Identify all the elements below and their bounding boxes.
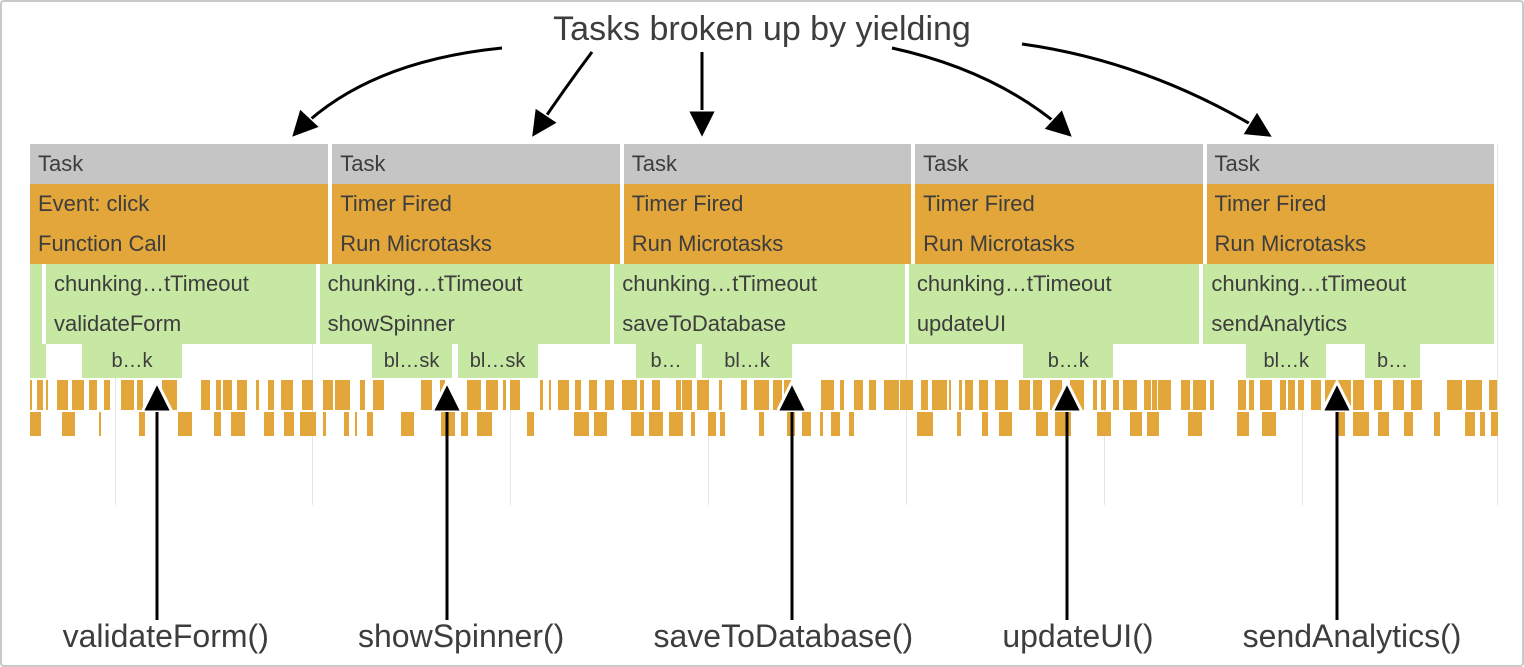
label-savetodatabase: saveToDatabase() [653, 618, 913, 655]
label-sendanalytics: sendAnalytics() [1243, 618, 1462, 655]
call-segment: Run Microtasks [624, 224, 915, 264]
sub-segment: b…k [1023, 344, 1113, 378]
diagram-title: Tasks broken up by yielding [2, 10, 1522, 49]
func-segment: sendAnalytics [1203, 304, 1494, 344]
label-updateui: updateUI() [1002, 618, 1153, 655]
row-task: Task Task Task Task Task [30, 144, 1494, 184]
func-segment: validateForm [46, 304, 316, 344]
task-segment: Task [1207, 144, 1494, 184]
label-showspinner: showSpinner() [358, 618, 564, 655]
activity-stripes [30, 380, 1494, 410]
event-segment: Timer Fired [624, 184, 915, 224]
func-segment: saveToDatabase [614, 304, 909, 344]
sub-segment: bl…sk [372, 344, 452, 378]
row-call: Function Call Run Microtasks Run Microta… [30, 224, 1494, 264]
task-segment: Task [332, 144, 623, 184]
activity-stripes [30, 412, 1494, 436]
sub-segment: b… [1365, 344, 1420, 378]
task-segment: Task [624, 144, 915, 184]
func-segment: updateUI [909, 304, 1204, 344]
chunk-segment: chunking…tTimeout [46, 264, 316, 304]
chunk-segment: chunking…tTimeout [320, 264, 615, 304]
task-segment: Task [30, 144, 332, 184]
row-func: validateForm showSpinner saveToDatabase … [30, 304, 1494, 344]
chunk-segment: chunking…tTimeout [1203, 264, 1494, 304]
bottom-labels: validateForm() showSpinner() saveToDatab… [2, 618, 1522, 655]
sub-segment: bl…sk [458, 344, 538, 378]
sub-segment [30, 344, 46, 378]
sub-segment: bl…k [702, 344, 792, 378]
indent [30, 304, 42, 344]
chunk-segment: chunking…tTimeout [614, 264, 909, 304]
call-segment: Run Microtasks [1207, 224, 1494, 264]
call-segment: Run Microtasks [332, 224, 623, 264]
row-sub: b…k bl…sk bl…sk b… bl…k b…k [30, 344, 1494, 378]
event-segment: Timer Fired [915, 184, 1206, 224]
indent [30, 264, 42, 304]
gridline [1497, 144, 1498, 505]
flame-chart: Task Task Task Task Task Event: click Ti… [30, 144, 1494, 436]
call-segment: Function Call [30, 224, 332, 264]
diagram-stage: Tasks broken up by yielding Task Task Ta… [0, 0, 1524, 667]
label-validateform: validateForm() [63, 618, 269, 655]
event-segment: Timer Fired [1207, 184, 1494, 224]
sub-segment: bl…k [1246, 344, 1326, 378]
event-segment: Timer Fired [332, 184, 623, 224]
chunk-segment: chunking…tTimeout [909, 264, 1204, 304]
func-segment: showSpinner [320, 304, 615, 344]
call-segment: Run Microtasks [915, 224, 1206, 264]
sub-segment: b… [636, 344, 696, 378]
row-chunk: chunking…tTimeout chunking…tTimeout chun… [30, 264, 1494, 304]
task-segment: Task [915, 144, 1206, 184]
sub-segment: b…k [82, 344, 182, 378]
row-event: Event: click Timer Fired Timer Fired Tim… [30, 184, 1494, 224]
event-segment: Event: click [30, 184, 332, 224]
